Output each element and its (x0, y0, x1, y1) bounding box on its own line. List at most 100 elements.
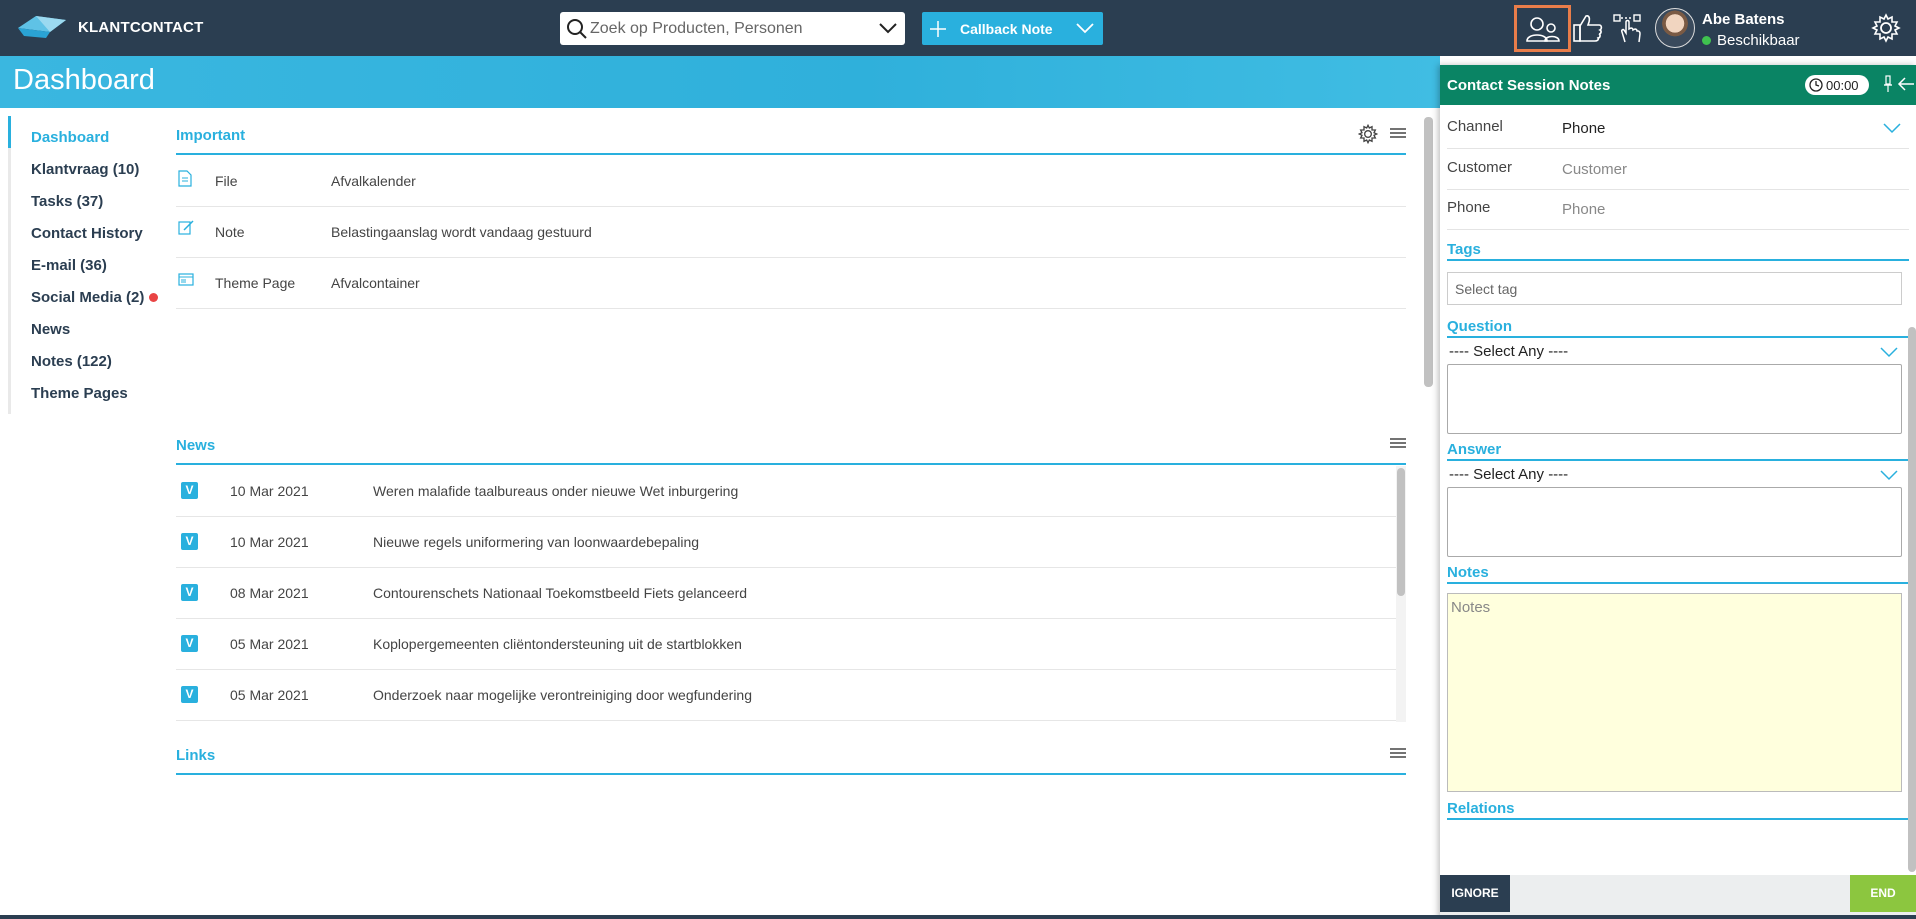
pin-icon[interactable] (1883, 75, 1893, 93)
important-row-text[interactable]: Afvalcontainer (331, 275, 420, 291)
page-title: Dashboard (13, 64, 155, 96)
customer-label: Customer (1447, 159, 1513, 176)
search-input[interactable] (590, 19, 870, 38)
sidebar-item-theme-pages[interactable]: Theme Pages (31, 385, 128, 402)
sidebar-item-notes[interactable]: Notes (122) (31, 353, 112, 370)
notes-divider (1447, 582, 1909, 584)
global-search[interactable] (560, 12, 905, 45)
news-item-title[interactable]: Koplopergemeenten cliëntondersteuning ui… (373, 636, 742, 652)
answer-title: Answer (1447, 441, 1502, 458)
answer-divider (1447, 459, 1909, 461)
news-source-badge: V (181, 584, 198, 601)
user-name[interactable]: Abe Batens (1702, 11, 1785, 28)
field-divider (1447, 148, 1909, 149)
relations-divider (1447, 818, 1909, 820)
important-title: Important (176, 127, 246, 144)
menu-icon[interactable] (1390, 127, 1406, 139)
sidebar-item-klantvraag[interactable]: Klantvraag (10) (31, 161, 139, 178)
news-item-title[interactable]: Nieuwe regels uniformering van loonwaard… (373, 534, 699, 550)
question-divider (1447, 336, 1909, 338)
chevron-down-icon[interactable] (1880, 346, 1898, 358)
row-divider (176, 308, 1406, 309)
user-status[interactable]: Beschikbaar (1702, 32, 1800, 49)
customer-field[interactable]: Customer (1562, 161, 1627, 178)
news-source-badge: V (181, 686, 198, 703)
notes-panel-footer (1440, 875, 1916, 919)
row-divider (176, 669, 1396, 670)
callback-note-button[interactable]: Callback Note (922, 12, 1103, 45)
phone-field[interactable]: Phone (1562, 201, 1605, 218)
chevron-down-icon[interactable] (1883, 122, 1901, 134)
news-item-title[interactable]: Contourenschets Nationaal Toekomstbeeld … (373, 585, 747, 601)
important-row-type: File (215, 173, 238, 189)
links-title: Links (176, 747, 216, 764)
news-scrollbar-thumb[interactable] (1397, 468, 1405, 596)
notes-panel-header: Contact Session Notes 00:00 (1440, 65, 1916, 105)
question-select[interactable]: ---- Select Any ---- (1449, 343, 1568, 360)
app-name: KLANTCONTACT (78, 18, 204, 36)
notes-title: Notes (1447, 564, 1489, 581)
news-date: 10 Mar 2021 (230, 483, 309, 499)
question-textarea[interactable] (1447, 364, 1902, 434)
answer-select[interactable]: ---- Select Any ---- (1449, 466, 1568, 483)
sidebar-item-email[interactable]: E-mail (36) (31, 257, 107, 274)
feedback-button[interactable] (1568, 8, 1608, 48)
channel-select[interactable]: Phone (1562, 120, 1605, 137)
settings-button[interactable] (1866, 8, 1906, 48)
chevron-down-icon[interactable] (1880, 469, 1898, 481)
tag-select-input[interactable] (1447, 272, 1902, 305)
thumbs-up-icon (1573, 15, 1603, 42)
news-divider (176, 463, 1406, 465)
contact-session-notes-panel: Contact Session Notes 00:00 Channel Phon… (1440, 65, 1916, 919)
sidebar-item-news[interactable]: News (31, 321, 70, 338)
links-divider (176, 773, 1406, 775)
main-scrollbar[interactable] (1424, 117, 1433, 387)
news-date: 05 Mar 2021 (230, 687, 309, 703)
ignore-button[interactable]: IGNORE (1440, 875, 1510, 912)
contact-session-button[interactable] (1514, 5, 1571, 52)
sidebar-item-social-media[interactable]: Social Media (2) (31, 289, 144, 306)
answer-textarea[interactable] (1447, 487, 1902, 557)
news-date: 10 Mar 2021 (230, 534, 309, 550)
menu-icon[interactable] (1390, 747, 1406, 759)
search-icon (567, 19, 587, 39)
channel-label: Channel (1447, 118, 1503, 135)
chevron-down-icon[interactable] (1075, 20, 1095, 36)
bottom-edge (0, 915, 1916, 919)
top-bar: KLANTCONTACT Callback Note (0, 0, 1916, 56)
end-button[interactable]: END (1850, 875, 1916, 912)
interaction-button[interactable] (1608, 8, 1648, 48)
news-title: News (176, 437, 216, 454)
important-row-text[interactable]: Belastingaanslag wordt vandaag gestuurd (331, 224, 592, 240)
row-divider (176, 516, 1396, 517)
tags-divider (1447, 259, 1909, 261)
avatar[interactable] (1655, 8, 1695, 48)
chevron-down-icon[interactable] (879, 21, 897, 35)
notes-panel-scrollbar[interactable] (1908, 327, 1916, 872)
notes-textarea[interactable] (1447, 593, 1902, 792)
menu-icon[interactable] (1390, 437, 1406, 449)
news-item-title[interactable]: Onderzoek naar mogelijke verontreiniging… (373, 687, 752, 703)
field-divider (1447, 189, 1909, 190)
gear-icon[interactable] (1358, 124, 1378, 144)
news-date: 08 Mar 2021 (230, 585, 309, 601)
important-row-text[interactable]: Afvalkalender (331, 173, 416, 189)
row-divider (176, 618, 1396, 619)
file-icon (178, 170, 192, 187)
phone-label: Phone (1447, 199, 1491, 216)
tags-title: Tags (1447, 241, 1481, 258)
important-divider (176, 153, 1406, 155)
row-divider (176, 257, 1406, 258)
relations-title: Relations (1447, 800, 1515, 817)
sidebar-item-contact-history[interactable]: Contact History (31, 225, 143, 242)
news-item-title[interactable]: Weren malafide taalbureaus onder nieuwe … (373, 483, 738, 499)
hand-pointer-icon (1613, 14, 1641, 43)
sidebar-item-dashboard[interactable]: Dashboard (31, 129, 109, 146)
news-source-badge: V (181, 482, 198, 499)
app-logo[interactable]: KLANTCONTACT (16, 14, 203, 40)
sidebar-active-indicator (8, 116, 11, 148)
arrow-left-icon[interactable] (1897, 75, 1915, 93)
theme-page-icon (178, 273, 194, 286)
sidebar-item-tasks[interactable]: Tasks (37) (31, 193, 103, 210)
clock-icon (1809, 78, 1823, 92)
